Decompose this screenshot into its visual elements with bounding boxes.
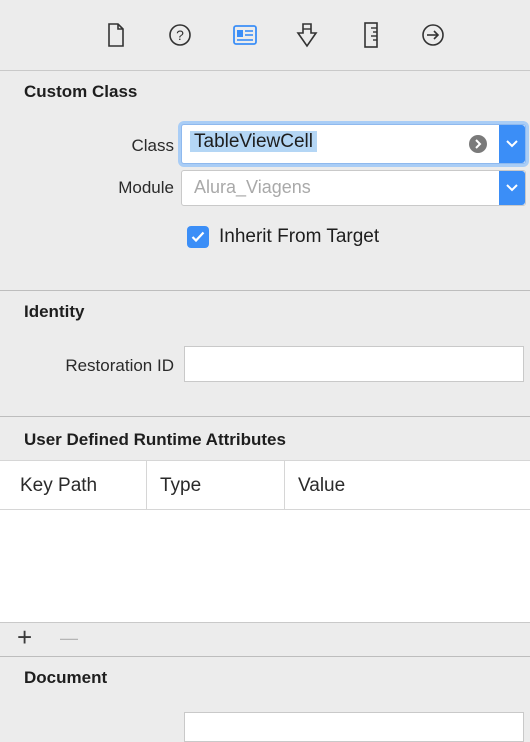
column-header-key-path[interactable]: Key Path	[20, 475, 97, 497]
column-separator	[284, 461, 285, 510]
identity-title: Identity	[24, 302, 85, 321]
class-dropdown-button[interactable]	[499, 125, 525, 163]
document-title: Document	[24, 668, 108, 687]
runtime-attributes-table-header: Key Path Type Value	[0, 460, 530, 510]
identity-inspector-icon[interactable]	[230, 20, 260, 50]
module-placeholder: Alura_Viagens	[194, 177, 311, 197]
section-divider	[0, 656, 530, 657]
section-divider	[0, 416, 530, 417]
inspector-toolbar: ?	[0, 0, 530, 71]
column-header-value[interactable]: Value	[298, 475, 345, 497]
remove-attribute-button[interactable]: —	[60, 627, 78, 649]
go-to-class-icon[interactable]	[469, 135, 487, 153]
class-combo-box[interactable]: TableViewCell	[181, 124, 526, 164]
class-input-value[interactable]: TableViewCell	[190, 131, 317, 152]
add-attribute-button[interactable]: +	[17, 624, 32, 650]
size-inspector-icon[interactable]	[356, 20, 386, 50]
chevron-down-icon	[506, 184, 518, 192]
class-label: Class	[131, 136, 174, 155]
restoration-id-label: Restoration ID	[65, 356, 174, 375]
section-divider	[0, 290, 530, 291]
module-dropdown-button[interactable]	[499, 171, 525, 205]
column-header-type[interactable]: Type	[160, 475, 201, 497]
restoration-id-field[interactable]	[184, 346, 524, 382]
custom-class-title: Custom Class	[24, 82, 138, 101]
chevron-down-icon	[506, 140, 518, 148]
module-combo-box[interactable]: Alura_Viagens	[181, 170, 526, 206]
document-label-field[interactable]	[184, 712, 524, 742]
file-icon[interactable]	[101, 20, 131, 50]
module-label: Module	[118, 178, 174, 197]
help-icon[interactable]: ?	[165, 20, 195, 50]
checkmark-icon	[191, 231, 205, 243]
inherit-checkbox[interactable]	[187, 226, 209, 248]
column-separator	[146, 461, 147, 510]
runtime-attributes-title: User Defined Runtime Attributes	[24, 430, 286, 449]
runtime-attributes-table-body[interactable]	[0, 510, 530, 623]
connections-inspector-icon[interactable]	[418, 20, 448, 50]
attributes-inspector-icon[interactable]	[292, 20, 322, 50]
svg-text:?: ?	[176, 27, 184, 43]
inherit-label[interactable]: Inherit From Target	[219, 226, 379, 248]
